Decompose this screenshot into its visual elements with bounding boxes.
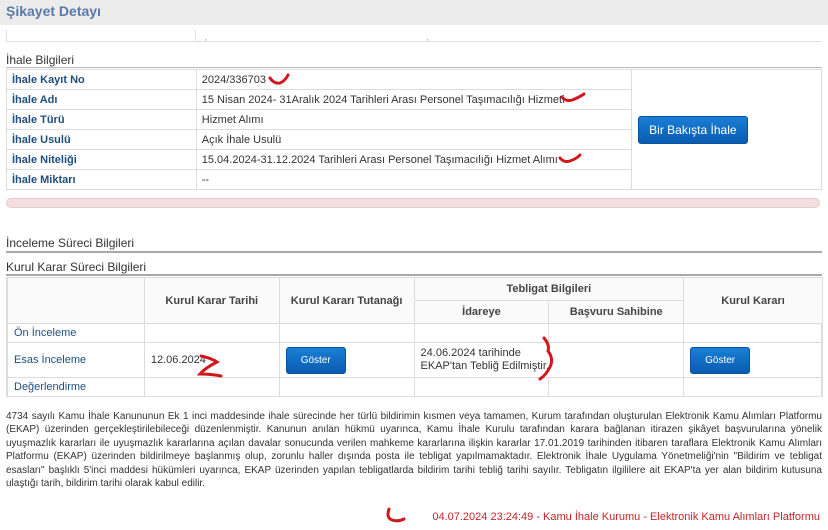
table-row: Değerlendirme xyxy=(7,377,823,397)
status-bar xyxy=(6,198,820,208)
bir-bakista-ihale-button[interactable]: Bir Bakışta İhale xyxy=(638,115,748,144)
ihale-turu-label: İhale Türü xyxy=(6,109,197,130)
overview-button-cell: Bir Bakışta İhale xyxy=(631,69,822,190)
kurul-karar-table: Kurul Karar Tarihi Kurul Kararı Tutanağı… xyxy=(7,277,823,397)
stage-header-cell xyxy=(7,277,145,324)
ihale-miktari-value: -- xyxy=(195,169,633,190)
clipped-table-row: _ , _ , xyxy=(6,30,822,42)
tutanak-cell: Göster xyxy=(278,342,415,378)
tebligat-bilgileri-header: Tebligat Bilgileri xyxy=(413,277,685,301)
annotation-mark xyxy=(538,336,554,381)
karar-header-row-1: Kurul Karar Tarihi Kurul Kararı Tutanağı… xyxy=(7,277,823,324)
karar-cell: Göster xyxy=(683,342,823,378)
annotation-mark xyxy=(386,507,406,523)
inceleme-section-title: İnceleme Süreci Bilgileri xyxy=(6,236,135,250)
annotation-mark xyxy=(558,153,582,164)
kurul-section-title: Kurul Karar Süreci Bilgileri xyxy=(6,260,147,274)
basvuru-sahibine-header: Başvuru Sahibine xyxy=(548,300,685,324)
idareye-header: İdareye xyxy=(413,300,550,324)
annotation-mark xyxy=(268,73,290,85)
esas-inceleme-label: Esas İnceleme xyxy=(7,342,145,378)
ihale-info-table: İhale Kayıt No 2024/336703 Bir Bakışta İ… xyxy=(6,69,822,190)
ihale-miktari-label: İhale Miktarı xyxy=(6,169,197,190)
kurul-karari-header: Kurul Kararı xyxy=(683,277,823,324)
table-row: Esas İnceleme 12.06.2024 Göster 24.06.20… xyxy=(7,342,823,378)
ihale-kayit-no-value: 2024/336703 xyxy=(195,69,633,90)
ihale-kayit-no-label: İhale Kayıt No xyxy=(6,69,197,90)
ihale-row-kayit-no: İhale Kayıt No 2024/336703 Bir Bakışta İ… xyxy=(6,69,822,190)
ihale-section-divider xyxy=(6,67,822,68)
kurul-section-divider xyxy=(6,274,822,276)
annotation-mark xyxy=(560,92,586,103)
footer-timestamp: 04.07.2024 23:24:49 - Kamu İhale Kurumu … xyxy=(432,511,820,523)
kurul-karar-panel: Kurul Karar Tarihi Kurul Kararı Tutanağı… xyxy=(6,277,823,397)
ihale-section-title: İhale Bilgileri xyxy=(6,53,75,67)
ihale-niteligi-label: İhale Niteliği xyxy=(6,149,197,170)
annotation-mark xyxy=(197,354,223,378)
tutanak-goster-button[interactable]: Göster xyxy=(285,346,346,374)
kurul-karari-tutanagi-header: Kurul Kararı Tutanağı xyxy=(278,277,415,324)
ihale-usulu-value: Açık İhale Usulü xyxy=(195,129,633,150)
page-header: Şikayet Detayı xyxy=(0,0,828,25)
karar-goster-button[interactable]: Göster xyxy=(690,346,751,374)
kurul-karar-tarihi-header: Kurul Karar Tarihi xyxy=(143,277,280,324)
ekap-notice-text: 4734 sayılı Kamu İhale Kanununun Ek 1 in… xyxy=(6,411,822,490)
inceleme-section-divider xyxy=(6,251,822,253)
on-inceleme-label: Ön İnceleme xyxy=(7,323,145,343)
ihale-usulu-label: İhale Usulü xyxy=(6,129,197,150)
page-title: Şikayet Detayı xyxy=(6,3,101,19)
ihale-turu-value: Hizmet Alımı xyxy=(195,109,633,130)
table-row: Ön İnceleme xyxy=(7,323,823,343)
degerlendirme-label: Değerlendirme xyxy=(7,377,145,397)
ihale-adi-label: İhale Adı xyxy=(6,89,197,110)
